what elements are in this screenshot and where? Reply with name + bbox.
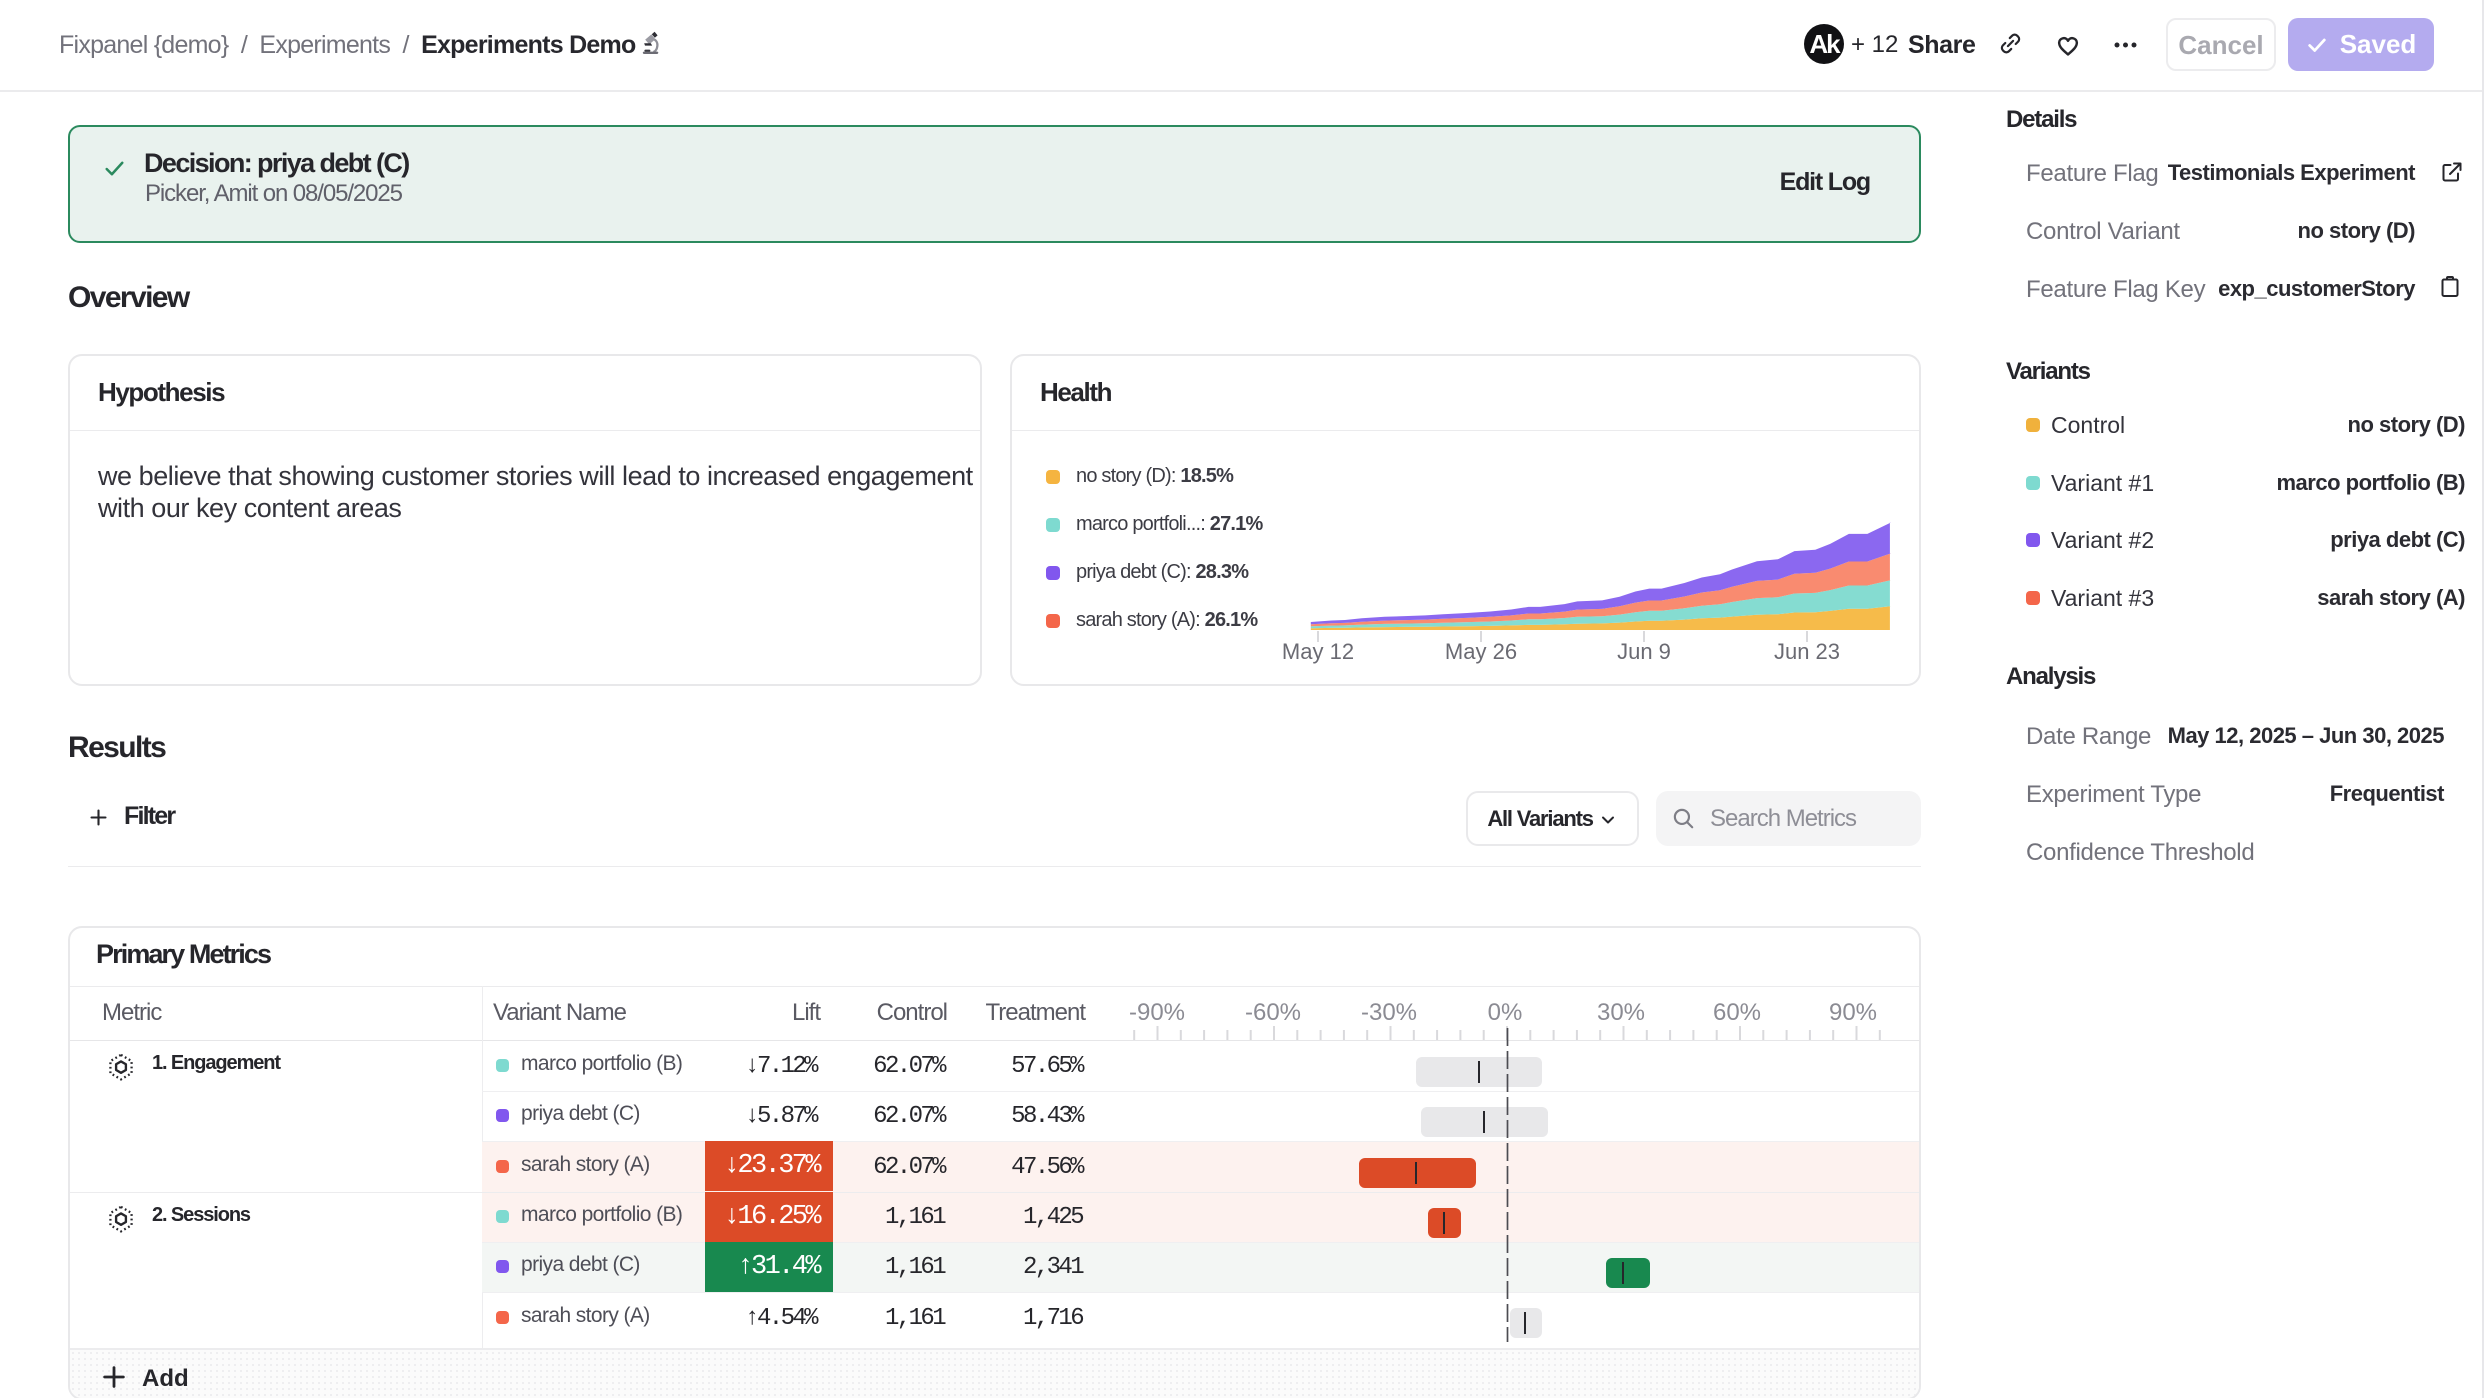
svg-text:May 12: May 12 — [1282, 639, 1354, 664]
svg-text:Jun 23: Jun 23 — [1774, 639, 1840, 664]
svg-text:May 26: May 26 — [1445, 639, 1517, 664]
svg-text:Jun 9: Jun 9 — [1617, 639, 1671, 664]
